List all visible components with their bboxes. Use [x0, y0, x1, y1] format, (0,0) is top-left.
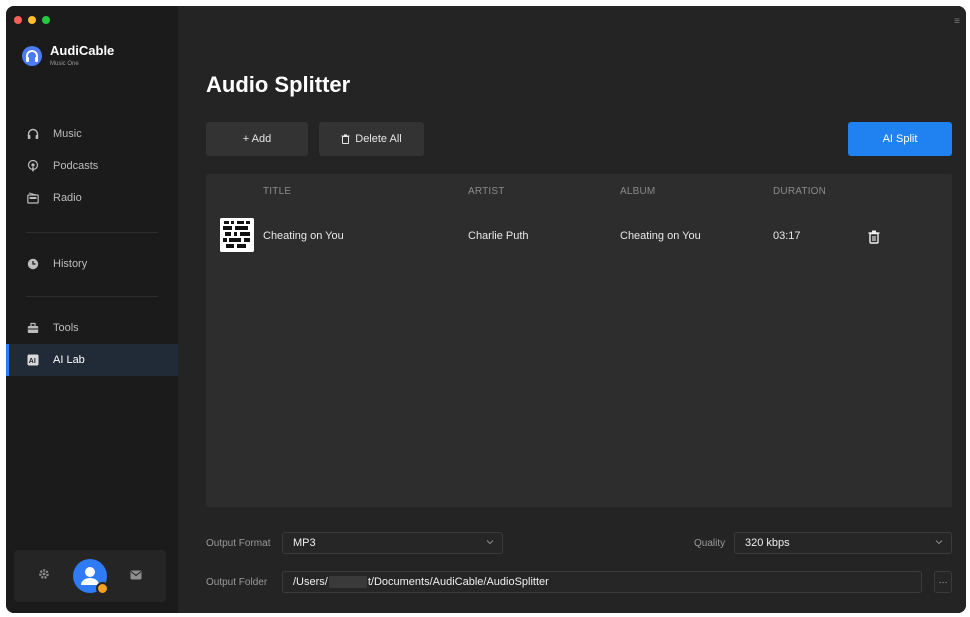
ai-split-button[interactable]: AI Split: [848, 122, 952, 156]
quality-select[interactable]: 320 kbps: [734, 532, 952, 554]
track-table: TITLE ARTIST ALBUM DURATION Cheating on …: [206, 174, 952, 507]
premium-badge-icon: [95, 582, 109, 595]
main-panel: ≡ Audio Splitter + Add Delete All AI Spl…: [178, 6, 966, 613]
chevron-down-icon: [935, 540, 943, 545]
nav-group-sources: Music Podcasts Radio: [6, 118, 178, 214]
track-duration: 03:17: [773, 230, 801, 242]
podcast-icon: [27, 160, 39, 172]
browse-folder-button[interactable]: ···: [934, 571, 952, 593]
sidebar-item-music[interactable]: Music: [6, 118, 178, 150]
sidebar-item-label: Podcasts: [53, 160, 99, 172]
chevron-down-icon: [486, 540, 494, 545]
nav-group-tools: Tools AI AI Lab: [6, 312, 178, 376]
column-header-artist: ARTIST: [468, 186, 505, 197]
page-title: Audio Splitter: [206, 72, 351, 97]
app-window: AudiCable Music One Music Podcasts Radio…: [6, 6, 966, 613]
sidebar-item-label: History: [53, 258, 88, 270]
sidebar-item-label: Radio: [53, 192, 82, 204]
avatar[interactable]: [72, 559, 109, 595]
output-format-select[interactable]: MP3: [282, 532, 503, 554]
brand: AudiCable Music One: [22, 44, 114, 67]
column-header-title: TITLE: [263, 186, 292, 197]
svg-text:AI: AI: [29, 358, 36, 365]
sidebar-item-label: Music: [53, 128, 82, 140]
delete-row-trash-icon[interactable]: [868, 230, 880, 244]
sidebar-item-label: AI Lab: [53, 354, 85, 366]
column-header-album: ALBUM: [620, 186, 656, 197]
sidebar-divider: [26, 296, 158, 297]
table-row[interactable]: Cheating on You Charlie Puth Cheating on…: [206, 218, 952, 252]
app-subtitle: Music One: [50, 61, 79, 67]
track-title: Cheating on You: [263, 230, 344, 242]
close-window-button[interactable]: [14, 16, 22, 24]
headphones-icon: [27, 128, 39, 140]
sidebar-item-ai-lab[interactable]: AI AI Lab: [6, 344, 178, 376]
column-header-duration: DURATION: [773, 186, 827, 197]
sidebar-footer: [14, 550, 166, 602]
minimize-window-button[interactable]: [28, 16, 36, 24]
quality-label: Quality: [694, 538, 726, 549]
settings-gear-icon[interactable]: [38, 567, 50, 585]
app-name: AudiCable: [50, 43, 115, 58]
zoom-window-button[interactable]: [42, 16, 50, 24]
output-format-value: MP3: [293, 537, 316, 549]
track-album: Cheating on You: [620, 230, 701, 242]
redacted-username: [328, 576, 367, 588]
sidebar-item-history[interactable]: History: [6, 248, 178, 280]
app-logo-icon: [22, 45, 42, 66]
output-folder-field[interactable]: /Users/ t/Documents/AudiCable/AudioSplit…: [282, 571, 922, 593]
sidebar-item-podcasts[interactable]: Podcasts: [6, 150, 178, 182]
toolbox-icon: [27, 322, 39, 334]
delete-all-label: Delete All: [355, 133, 402, 145]
delete-all-button[interactable]: Delete All: [319, 122, 424, 156]
sidebar-item-radio[interactable]: Radio: [6, 182, 178, 214]
mail-icon[interactable]: [130, 567, 142, 585]
trash-icon: [341, 134, 350, 144]
add-button[interactable]: + Add: [206, 122, 308, 156]
output-folder-label: Output Folder: [206, 577, 268, 588]
output-folder-path-prefix: /Users/: [293, 576, 328, 588]
sidebar-item-label: Tools: [53, 322, 79, 334]
album-art-thumbnail: [220, 218, 254, 252]
sidebar-divider: [26, 232, 158, 233]
nav-group-history: History: [6, 248, 178, 280]
output-format-label: Output Format: [206, 538, 271, 549]
radio-icon: [27, 192, 39, 204]
output-folder-path-suffix: t/Documents/AudiCable/AudioSplitter: [367, 576, 549, 588]
ai-icon: AI: [27, 354, 39, 366]
clock-icon: [27, 258, 39, 270]
sidebar-item-tools[interactable]: Tools: [6, 312, 178, 344]
menu-icon[interactable]: ≡: [954, 16, 960, 27]
window-controls: [14, 16, 50, 24]
quality-value: 320 kbps: [745, 537, 790, 549]
sidebar: AudiCable Music One Music Podcasts Radio…: [6, 6, 178, 613]
track-artist: Charlie Puth: [468, 230, 529, 242]
